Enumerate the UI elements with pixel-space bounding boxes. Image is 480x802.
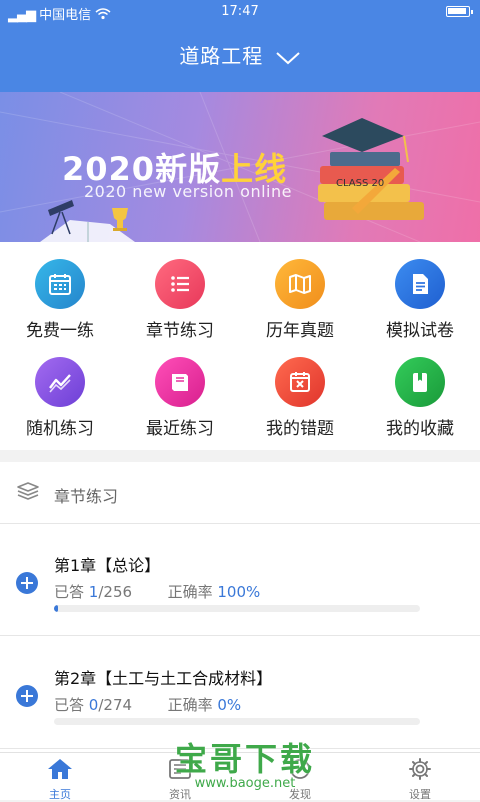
subject-selector[interactable]: 道路工程 [0,40,480,69]
watermark-name: 宝哥下载 [174,740,315,778]
banner-subtitle: 2020 new version online [84,182,292,201]
feature-chapter-practice[interactable]: 章节练习 [120,242,240,341]
battery-icon [446,6,473,17]
favorites-badge [395,357,445,407]
tab-home[interactable]: 主页 [0,753,120,801]
feature-label: 我的收藏 [386,419,454,439]
chapter-title: 第2章【土工与土工合成材料】 [54,669,273,688]
random-practice-badge [35,357,85,407]
book-icon [172,374,188,391]
chapter-progress-bar [54,605,420,612]
feature-grid: 免费一练 章节练习 历年真题 模拟试卷 随机练习 最近练习 我的错题 我的收藏 [0,242,480,450]
chapter-item[interactable]: 第2章【土工与土工合成材料】 已答 0/274 正确率 0% [0,637,480,749]
feature-favorites[interactable]: 我的收藏 [360,340,480,439]
watermark: 宝哥下载 www.baoge.net [160,734,330,791]
expand-plus-icon[interactable] [16,572,38,594]
wrong-calendar-icon [290,372,310,392]
chapter-title: 第1章【总论】 [54,556,161,575]
chapter-section: 章节练习 第1章【总论】 已答 1/256 正确率 100% 第2章【土工与土工… [0,462,480,752]
feature-recent-practice[interactable]: 最近练习 [120,340,240,439]
layers-icon [17,482,39,500]
feature-free-practice[interactable]: 免费一练 [0,242,120,341]
home-icon [48,759,72,779]
map-icon [289,274,311,294]
feature-label: 我的错题 [266,419,334,439]
feature-past-exams[interactable]: 历年真题 [240,242,360,341]
tab-settings[interactable]: 设置 [360,753,480,801]
chapter-stats: 已答 1/256 正确率 100% [54,583,261,601]
feature-random-practice[interactable]: 随机练习 [0,340,120,439]
section-header: 章节练习 [0,462,480,524]
chapter-practice-badge [155,259,205,309]
promo-banner[interactable]: 2020新版上线 2020 new version online CLASS 2… [0,92,480,242]
status-time: 17:47 [221,4,259,19]
chevron-down-icon [275,51,300,64]
recent-practice-badge [155,357,205,407]
calendar-icon [49,274,71,295]
accuracy-value: 0% [217,696,242,714]
free-practice-badge [35,259,85,309]
list-icon [171,276,189,292]
bookmark-icon [413,373,427,392]
gear-icon [409,758,431,780]
feature-label: 随机练习 [26,419,94,439]
accuracy-value: 100% [217,583,261,601]
expand-plus-icon[interactable] [16,685,38,707]
page-title: 道路工程 [179,44,264,68]
section-title: 章节练习 [54,487,119,506]
feature-label: 最近练习 [146,419,214,439]
feature-label: 模拟试卷 [386,321,454,341]
total-count: /256 [98,583,133,601]
feature-mock-exam[interactable]: 模拟试卷 [360,242,480,341]
status-bar: ▂▄▆ 中国电信 17:47 [0,0,480,24]
feature-label: 免费一练 [26,321,94,341]
trend-icon [49,374,71,393]
chapter-stats: 已答 0/274 正确率 0% [54,696,242,714]
answered-count: 0 [88,696,99,714]
feature-wrong-answers[interactable]: 我的错题 [240,340,360,439]
app-header: ▂▄▆ 中国电信 17:47 道路工程 [0,0,480,92]
answered-count: 1 [88,583,99,601]
chapter-item[interactable]: 第1章【总论】 已答 1/256 正确率 100% [0,524,480,636]
past-exams-badge [275,259,325,309]
progress-fill [54,605,58,612]
feature-label: 历年真题 [266,321,334,341]
document-icon [413,274,428,294]
total-count: /274 [98,696,133,714]
wrong-answers-badge [275,357,325,407]
chapter-progress-bar [54,718,420,725]
banner-book-label: CLASS 20 [336,178,385,189]
feature-label: 章节练习 [146,321,214,341]
mock-exam-badge [395,259,445,309]
